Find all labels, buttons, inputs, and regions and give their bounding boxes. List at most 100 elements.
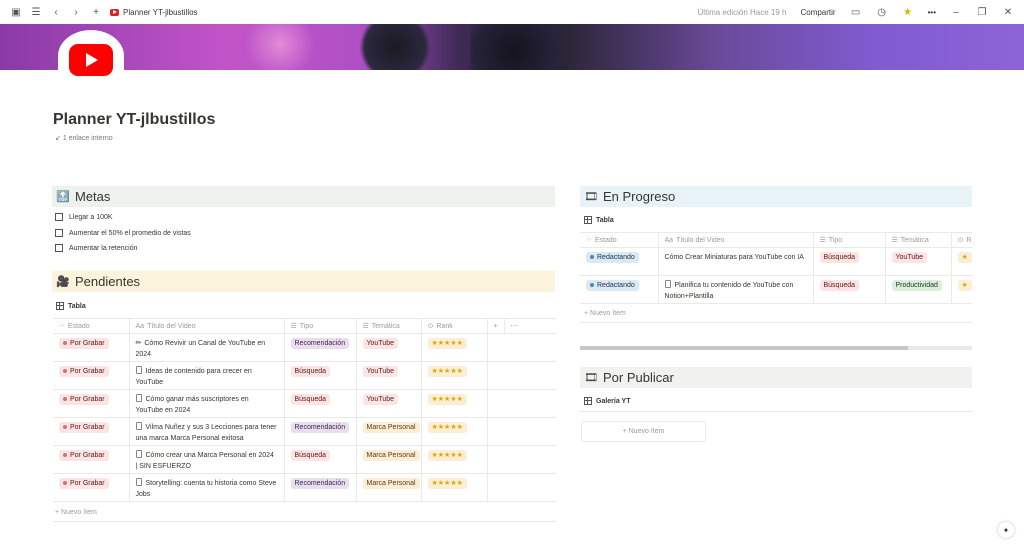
tipo-badge: Recomendación [290,422,350,433]
gallery-new-item-button[interactable]: + Nuevo ítem [581,421,706,442]
list-icon: ☰ [891,237,898,244]
column-header-estado[interactable]: ⁘ Estado [53,318,130,334]
pendientes-heading[interactable]: 🎥 Pendientes [52,271,555,292]
scrollbar-thumb[interactable] [580,346,908,350]
last-edited: Última edición Hace 19 h [697,7,787,17]
table-row[interactable]: Redactando Planifica tu contenido de You… [580,275,972,304]
breadcrumb-label: Planner YT-jlbustillos [123,7,198,17]
backlinks-label: 1 enlace interno [62,135,113,142]
column-label: Estado [67,323,90,330]
checkbox[interactable] [55,229,63,237]
new-item-button[interactable]: + Nuevo ítem [55,509,97,516]
publicar-heading[interactable]: 🎞 Por Publicar [580,367,972,388]
video-title[interactable]: Storytelling: cuenta tu historia como St… [136,480,277,498]
new-item-button[interactable]: + Nuevo ítem [584,310,626,317]
table-row[interactable]: Por Grabar Cómo ganar más suscriptores e… [53,389,557,418]
add-column-button[interactable]: + [487,318,505,334]
more-options-icon[interactable]: ⋯ [504,318,557,334]
pencil-icon: ✏ [135,340,142,347]
select-icon: ⊙ [427,323,434,330]
video-title[interactable]: Cómo ganar más suscriptores en YouTube e… [136,396,249,414]
progreso-heading[interactable]: 🎞 En Progreso [580,186,972,207]
status-badge: Por Grabar [59,450,109,461]
video-title[interactable]: Cómo Revivir un Canal de YouTube en 2024 [136,340,266,358]
view-tab-galeria[interactable]: Galería YT [584,397,631,405]
table-row[interactable]: Por Grabar Ideas de contenido para crece… [53,361,557,390]
tematica-badge: YouTube [362,338,399,349]
column-header-tematica[interactable]: ☰ Temática [356,318,422,334]
column-header-rank[interactable]: ⊙ Rank [421,318,488,334]
todo-item[interactable]: Aumentar el 50% el promedio de vistas [55,229,191,237]
status-badge: Por Grabar [59,478,109,489]
view-tab-tabla[interactable]: Tabla [56,302,86,310]
new-page-icon[interactable]: + [90,6,102,18]
view-label: Tabla [68,302,86,310]
document-icon [135,394,142,402]
share-button[interactable]: Compartir [800,8,835,17]
notion-logo-icon[interactable]: ▣ [10,6,22,18]
list-icon: ☰ [819,237,826,244]
rank-badge: ★★★★★ [427,422,467,433]
table-icon [584,216,592,224]
new-item-label: Nuevo ítem [590,310,626,317]
progreso-table: ⁘ Estado Aa Título del Video ☰ Tipo ☰ Temáti… [580,232,972,304]
breadcrumb[interactable]: Planner YT-jlbustillos [110,8,198,17]
page-title[interactable]: Planner YT-jlbustillos [53,111,215,129]
checkbox[interactable] [55,213,63,221]
rank-badge: ★★★★★ [427,394,467,405]
metas-heading[interactable]: 🔝 Metas [52,186,555,207]
tipo-badge: Búsqueda [290,450,331,461]
page-cover[interactable] [0,24,1024,70]
backlinks[interactable]: ↙ 1 enlace interno [55,134,113,142]
back-icon[interactable]: ‹ [50,6,62,18]
document-icon [135,450,142,458]
ai-assistant-button[interactable]: ✦ [998,522,1014,538]
pendientes-title: Pendientes [75,274,141,289]
more-button[interactable]: ••• [928,8,936,17]
view-tab-tabla[interactable]: Tabla [584,216,614,224]
progreso-title: En Progreso [603,189,676,204]
minimize-button[interactable]: – [950,6,962,18]
tipo-badge: Recomendación [290,478,350,489]
page-icon[interactable] [58,30,124,82]
comments-icon[interactable]: ▭ [850,6,862,18]
video-title[interactable]: Planifica tu contenido de YouTube con No… [665,282,794,300]
video-title[interactable]: Cómo crear una Marca Personal en 2024 | … [136,452,274,470]
horizontal-scrollbar[interactable] [580,346,972,350]
select-icon: ⊙ [957,237,964,244]
column-header-tematica[interactable]: ☰ Temática [885,232,952,248]
video-title[interactable]: Vilma Nuñez y sus 3 Lecciones para tener… [136,424,277,442]
column-label: Título del Video [147,322,196,330]
table-row[interactable]: Por Grabar Storytelling: cuenta tu histo… [53,473,557,502]
forward-icon[interactable]: › [70,6,82,18]
status-badge: Por Grabar [59,394,109,405]
close-button[interactable]: ✕ [1002,6,1014,18]
column-header-rank[interactable]: ⊙ R [951,232,972,248]
column-header-titulo[interactable]: Aa Título del Video [129,318,285,334]
menu-icon[interactable]: ☰ [30,6,42,18]
column-header-estado[interactable]: ⁘ Estado [580,232,659,248]
divider [580,322,972,323]
table-row[interactable]: Por Grabar Cómo crear una Marca Personal… [53,445,557,474]
video-title[interactable]: Ideas de contenido para crecer en YouTub… [136,368,252,386]
todo-label: Llegar a 100K [69,213,113,221]
video-title[interactable]: Cómo Crear Miniaturas para YouTube con I… [665,254,804,261]
sparkle-icon: ✦ [1002,525,1010,535]
table-row[interactable]: Redactando Cómo Crear Miniaturas para Yo… [580,247,972,276]
rank-badge: ★ [957,280,972,291]
todo-item[interactable]: Aumentar la retención [55,244,137,252]
todo-item[interactable]: Llegar a 100K [55,213,113,221]
table-row[interactable]: Por Grabar Vilma Nuñez y sus 3 Lecciones… [53,417,557,446]
column-label: Título del Video [676,236,725,244]
column-header-titulo[interactable]: Aa Título del Video [658,232,814,248]
checkbox[interactable] [55,244,63,252]
star-icon[interactable]: ★ [902,6,914,18]
restore-button[interactable]: ❐ [976,6,988,18]
table-row[interactable]: Por Grabar ✏ Cómo Revivir un Canal de You… [53,333,557,362]
status-badge: Redactando [586,280,639,291]
history-icon[interactable]: ◷ [876,6,888,18]
column-header-tipo[interactable]: ☰ Tipo [813,232,886,248]
column-header-tipo[interactable]: ☰ Tipo [284,318,357,334]
column-label: Tipo [299,323,314,330]
list-icon: ☰ [362,323,369,330]
